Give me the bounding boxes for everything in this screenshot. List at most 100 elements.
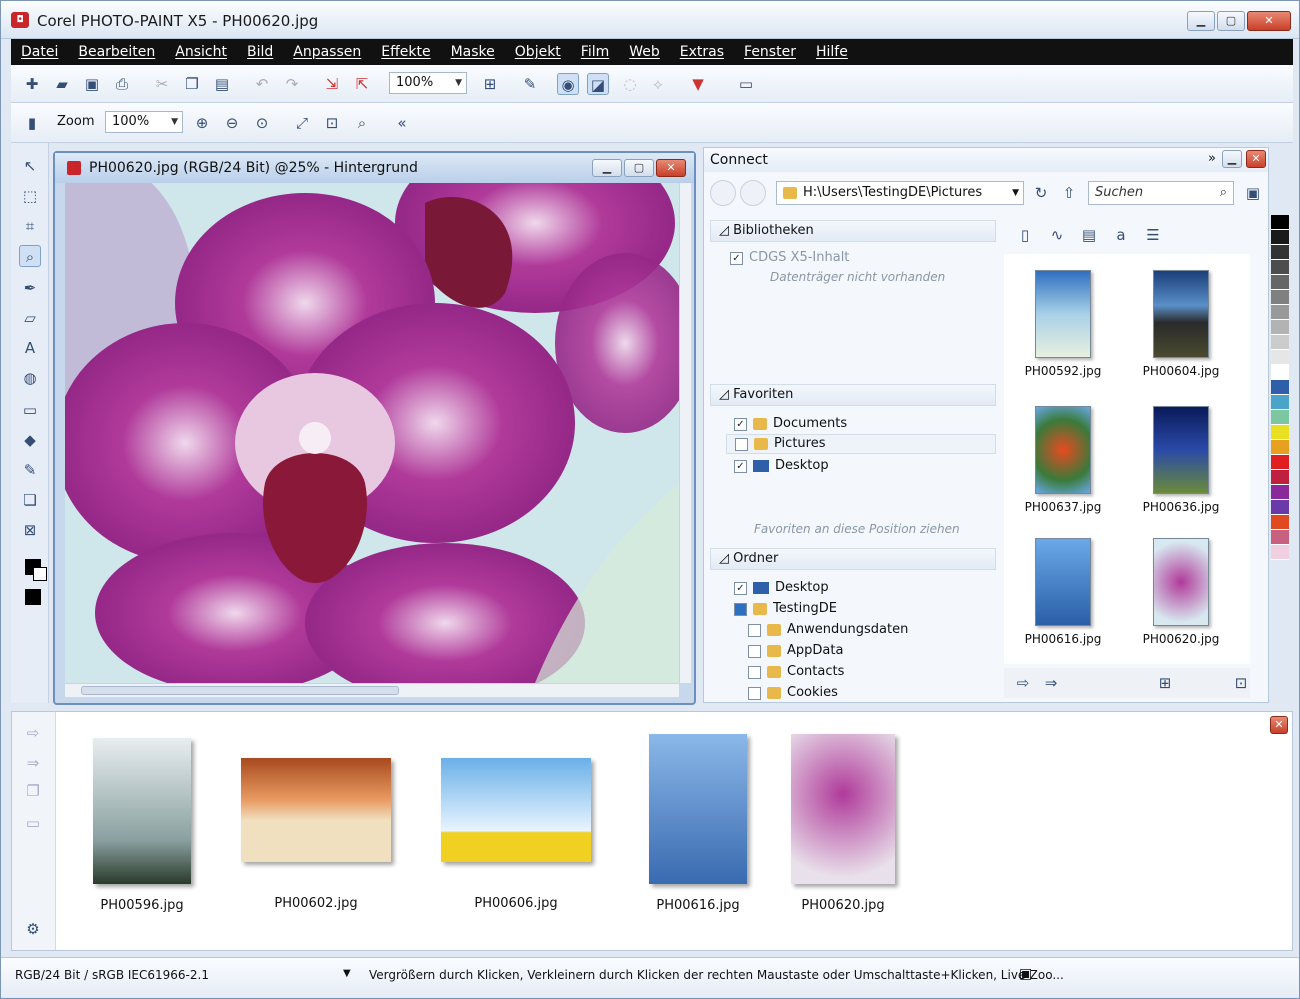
view-curve-icon[interactable]: ∿ xyxy=(1046,224,1068,246)
nav-send-icon[interactable]: ⇒ xyxy=(1040,672,1062,694)
paint-tool-icon[interactable]: ✎ xyxy=(19,459,41,481)
thumbnail-item[interactable]: PH00616.jpg xyxy=(1008,538,1118,646)
minimize-button[interactable]: ▁ xyxy=(1187,11,1215,31)
view-details-icon[interactable]: ☰ xyxy=(1142,224,1164,246)
redo-icon[interactable]: ↷ xyxy=(281,73,303,95)
thumbnail-item[interactable]: PH00592.jpg xyxy=(1008,270,1118,378)
mask-tool-icon[interactable]: ⬚ xyxy=(19,185,41,207)
tray-send-icon[interactable]: ⇒ xyxy=(22,752,44,774)
folder-item-contacts[interactable]: Contacts xyxy=(748,662,844,682)
up-folder-icon[interactable]: ⇧ xyxy=(1058,182,1080,204)
thumbnail-item[interactable]: PH00604.jpg xyxy=(1126,270,1236,378)
launcher-icon[interactable]: ▼ xyxy=(687,73,709,95)
folders-header[interactable]: ◿ Ordner xyxy=(710,548,996,570)
palette-swatch[interactable] xyxy=(1271,290,1289,305)
expand-icon[interactable]: » xyxy=(1208,151,1216,166)
palette-swatch[interactable] xyxy=(1271,335,1289,350)
tray-settings-icon[interactable]: ⚙ xyxy=(22,918,44,940)
folder-item-desktop[interactable]: ✓ Desktop xyxy=(734,578,829,598)
menu-hilfe[interactable]: Hilfe xyxy=(806,44,858,60)
pick-tool-icon[interactable]: ↖ xyxy=(19,155,41,177)
thumbnail-item[interactable]: PH00637.jpg xyxy=(1008,406,1118,514)
palette-swatch[interactable] xyxy=(1271,320,1289,335)
print-icon[interactable]: ⎙ xyxy=(111,73,133,95)
zoom-100-icon[interactable]: ⊙ xyxy=(251,112,273,134)
text-tool-icon[interactable]: A xyxy=(19,337,41,359)
welcome-icon[interactable]: ▭ xyxy=(735,73,757,95)
tray-item[interactable]: PH00602.jpg xyxy=(236,758,396,911)
fill-tool-icon[interactable]: ◆ xyxy=(19,429,41,451)
save-icon[interactable]: ▣ xyxy=(81,73,103,95)
menu-effekte[interactable]: Effekte xyxy=(371,44,440,60)
cut-icon[interactable]: ✂ xyxy=(151,73,173,95)
palette-swatch[interactable] xyxy=(1271,365,1289,380)
palette-swatch[interactable] xyxy=(1271,410,1289,425)
doc-maximize-button[interactable]: ▢ xyxy=(624,159,654,177)
path-field[interactable]: H:\Users\TestingDE\Pictures ▼ xyxy=(776,181,1024,205)
doc-minimize-button[interactable]: ▁ xyxy=(592,159,622,177)
palette-swatch[interactable] xyxy=(1271,215,1289,230)
rectangle-tool-icon[interactable]: ▭ xyxy=(19,399,41,421)
collapse-icon[interactable]: « xyxy=(391,112,413,134)
palette-swatch[interactable] xyxy=(1271,530,1289,545)
tray-item[interactable]: PH00596.jpg xyxy=(82,738,202,913)
transparency-tool-icon[interactable]: ⊠ xyxy=(19,519,41,541)
search-input[interactable]: Suchen ⌕ xyxy=(1088,181,1234,205)
forward-button[interactable] xyxy=(740,180,766,206)
paste-icon[interactable]: ▤ xyxy=(211,73,233,95)
import-icon[interactable]: ⇲ xyxy=(321,73,343,95)
menu-maske[interactable]: Maske xyxy=(441,44,505,60)
zoom-tool-icon[interactable]: ⌕ xyxy=(19,245,41,267)
palette-swatch[interactable] xyxy=(1271,350,1289,365)
palette-swatch[interactable] xyxy=(1271,245,1289,260)
library-item[interactable]: ✓ CDGS X5-Inhalt xyxy=(730,248,849,268)
fill-color-swatch[interactable] xyxy=(25,589,41,605)
zoom-in-icon[interactable]: ⊕ xyxy=(191,112,213,134)
palette-swatch[interactable] xyxy=(1271,440,1289,455)
menu-fenster[interactable]: Fenster xyxy=(734,44,806,60)
panel-close-button[interactable]: ✕ xyxy=(1246,150,1266,168)
zoom-selection-icon[interactable]: ⌕ xyxy=(351,112,373,134)
menu-ansicht[interactable]: Ansicht xyxy=(165,44,237,60)
folder-item-appdata[interactable]: AppData xyxy=(748,641,843,661)
library-checkbox[interactable]: ✓ xyxy=(730,251,743,265)
zoom-level-combo[interactable]: 100% ▼ xyxy=(389,72,467,94)
menu-web[interactable]: Web xyxy=(619,44,670,60)
grid-size-icon[interactable]: ⊞ xyxy=(1154,672,1176,694)
palette-swatch[interactable] xyxy=(1271,515,1289,530)
palette-swatch[interactable] xyxy=(1271,305,1289,320)
zoom-page-icon[interactable]: ⊡ xyxy=(321,112,343,134)
copy-icon[interactable]: ❐ xyxy=(181,73,203,95)
palette-swatch[interactable] xyxy=(1271,275,1289,290)
marquee-icon[interactable]: ◌ xyxy=(619,73,641,95)
palette-swatch[interactable] xyxy=(1271,500,1289,515)
large-view-icon[interactable]: ⊡ xyxy=(1230,672,1252,694)
palette-swatch[interactable] xyxy=(1271,485,1289,500)
menu-extras[interactable]: Extras xyxy=(670,44,734,60)
menu-anpassen[interactable]: Anpassen xyxy=(283,44,371,60)
folder-item-testingde[interactable]: TestingDE xyxy=(734,599,837,619)
tray-copy-icon[interactable]: ❐ xyxy=(22,780,44,802)
favorites-header[interactable]: ◿ Favoriten xyxy=(710,384,996,406)
brush-icon[interactable]: ✎ xyxy=(519,73,541,95)
red-eye-tool-icon[interactable]: ◍ xyxy=(19,367,41,389)
background-color-swatch[interactable] xyxy=(33,567,47,581)
palette-swatch[interactable] xyxy=(1271,455,1289,470)
export-icon[interactable]: ⇱ xyxy=(351,73,373,95)
property-icon[interactable]: ▮ xyxy=(21,112,43,134)
zoom-out-icon[interactable]: ⊖ xyxy=(221,112,243,134)
scroll-thumb[interactable] xyxy=(81,686,399,695)
tray-forward-icon[interactable]: ⇨ xyxy=(22,722,44,744)
eyedropper-tool-icon[interactable]: ✒ xyxy=(19,277,41,299)
folder-item-cookies[interactable]: Cookies xyxy=(748,683,838,703)
maximize-button[interactable]: ▢ xyxy=(1217,11,1245,31)
tray-item[interactable]: PH00616.jpg xyxy=(638,734,758,913)
panel-minimize-button[interactable]: ▁ xyxy=(1222,150,1242,168)
menu-bearbeiten[interactable]: Bearbeiten xyxy=(68,44,165,60)
nav-forward-icon[interactable]: ⇨ xyxy=(1012,672,1034,694)
tray-page-icon[interactable]: ▭ xyxy=(22,812,44,834)
doc-close-button[interactable]: ✕ xyxy=(656,159,686,177)
close-button[interactable]: ✕ xyxy=(1247,11,1291,31)
canvas-vertical-scrollbar[interactable] xyxy=(679,183,691,683)
layout-icon[interactable]: ▣ xyxy=(1242,182,1264,204)
